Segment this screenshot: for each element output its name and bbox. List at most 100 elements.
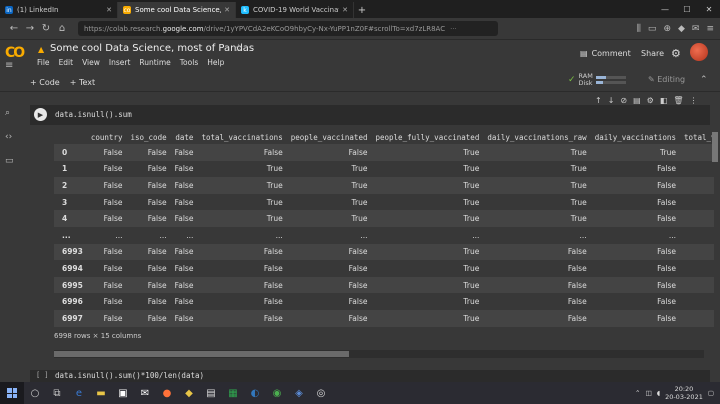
store-icon[interactable]: ▣ — [112, 382, 134, 404]
table-cell: False — [286, 243, 372, 261]
python-icon[interactable]: ◆ — [178, 382, 200, 404]
browser-tab[interactable]: co Some cool Data Science, most✕ — [118, 2, 236, 18]
table-cell: True — [570, 197, 587, 207]
cell-code-2[interactable]: data.isnull().sum()*100/len(data) — [55, 371, 204, 380]
network-icon[interactable]: ◫ — [645, 389, 651, 397]
link-icon[interactable]: ⊘ — [620, 96, 627, 105]
row-index: 6994 — [62, 263, 83, 273]
table-cell: True — [266, 197, 283, 207]
run-cell-button[interactable]: ▶ — [34, 108, 47, 121]
chrome-icon[interactable]: ◉ — [266, 382, 288, 404]
search-taskbar-icon[interactable]: ○ — [24, 382, 46, 404]
shield-icon[interactable]: ◆ — [678, 24, 685, 34]
files-icon[interactable]: ▭ — [5, 156, 14, 166]
vertical-scrollbar[interactable] — [712, 132, 718, 162]
notebook-title[interactable]: Some cool Data Science, most of Pandas — [50, 43, 254, 54]
home-icon[interactable]: ⌂ — [54, 23, 70, 34]
start-button[interactable] — [0, 382, 24, 404]
tray-expand-icon[interactable]: ⌃ — [635, 389, 640, 397]
notepad-icon[interactable]: ▤ — [200, 382, 222, 404]
menu-item-tools[interactable]: Tools — [180, 58, 198, 67]
task-view-icon[interactable]: ⧉ — [46, 382, 68, 404]
toc-icon[interactable]: ≡ — [5, 60, 13, 71]
clock[interactable]: 20:20 20-03-2021 — [665, 385, 703, 401]
mail-icon[interactable]: ✉ — [134, 382, 156, 404]
table-cell: True — [680, 161, 714, 178]
dataframe-output: country iso_code date total_vaccinations peo… — [54, 130, 714, 330]
table-cell: False — [170, 177, 198, 194]
menu-item-insert[interactable]: Insert — [109, 58, 131, 67]
cell-code[interactable]: data.isnull().sum — [55, 110, 132, 119]
avatar[interactable] — [690, 43, 708, 61]
code-cell[interactable]: ▶ data.isnull().sum ↑ ↓ ⊘ ▤ ⚙ ◧ 🗑 ⋮ — [30, 96, 710, 125]
table-cell: False — [680, 260, 714, 277]
minimize-icon[interactable]: — — [654, 5, 676, 14]
mirror-icon[interactable]: ◧ — [660, 96, 668, 105]
gear-icon[interactable]: ⚙ — [671, 47, 681, 60]
firefox-icon[interactable]: ● — [156, 382, 178, 404]
hamburger-menu-icon[interactable]: ≡ — [706, 24, 714, 34]
notification-icon[interactable]: ▢ — [708, 389, 714, 397]
settings-icon[interactable]: ⚙ — [647, 96, 654, 105]
horizontal-scrollbar-thumb[interactable] — [54, 351, 349, 357]
maximize-icon[interactable]: ☐ — [676, 5, 698, 14]
close-window-icon[interactable]: ✕ — [698, 5, 720, 14]
close-tab-icon[interactable]: ✕ — [221, 6, 230, 14]
move-down-icon[interactable]: ↓ — [608, 96, 615, 105]
reader-icon[interactable]: ▭ — [648, 24, 657, 34]
delete-icon[interactable]: 🗑 — [673, 96, 683, 105]
menu-item-edit[interactable]: Edit — [59, 58, 74, 67]
comment-button[interactable]: ▤ Comment — [580, 49, 631, 58]
browser-tab-bar: in (1) LinkedIn ✕ co Some cool Data Science,… — [0, 0, 720, 18]
menu-item-view[interactable]: View — [82, 58, 100, 67]
menu-item-help[interactable]: Help — [207, 58, 224, 67]
volume-icon[interactable]: ◖ — [657, 389, 660, 397]
forward-icon[interactable]: → — [22, 23, 38, 34]
star-icon[interactable]: ☆ — [234, 43, 243, 54]
share-button[interactable]: Share — [641, 49, 664, 58]
editing-mode[interactable]: ✎ Editing — [648, 75, 685, 84]
comment-cell-icon[interactable]: ▤ — [633, 96, 641, 105]
code-cell-2[interactable]: [ ] data.isnull().sum()*100/len(data) — [30, 370, 710, 382]
code-snippets-icon[interactable]: ‹› — [5, 132, 12, 142]
row-index: 6993 — [54, 243, 87, 261]
page-actions-icon[interactable]: ··· — [450, 25, 457, 33]
new-tab-button[interactable]: + — [354, 2, 370, 18]
browser-tab[interactable]: in (1) LinkedIn ✕ — [0, 2, 118, 18]
table-cell: False — [86, 210, 127, 227]
collapse-icon[interactable]: ⌃ — [700, 75, 708, 85]
reload-icon[interactable]: ↻ — [38, 23, 54, 34]
ie-icon[interactable]: e — [68, 382, 90, 404]
more-icon[interactable]: ⋮ — [690, 96, 698, 105]
table-cell: False — [126, 276, 171, 294]
close-tab-icon[interactable]: ✕ — [103, 6, 112, 14]
table-cell: False — [170, 309, 198, 327]
resource-monitor[interactable]: ✓ RAM Disk — [568, 73, 626, 87]
edge-icon[interactable]: ◐ — [244, 382, 266, 404]
search-icon[interactable]: ⌕ — [5, 108, 10, 118]
file-explorer-icon[interactable]: ▬ — [90, 382, 112, 404]
back-icon[interactable]: ← — [6, 23, 22, 34]
table-cell: True — [679, 210, 714, 227]
menu-bar: File Edit View Insert Runtime Tools Help — [37, 58, 224, 67]
translate-icon[interactable]: ⊕ — [663, 24, 671, 34]
extension-icon[interactable]: ✉ — [692, 24, 700, 34]
column-header: daily_vaccinations_raw — [487, 132, 587, 142]
media-player-icon[interactable]: ◎ — [310, 382, 332, 404]
app-icon[interactable]: ◈ — [288, 382, 310, 404]
table-row: 6997 False False False False False True False Fa… — [54, 309, 714, 327]
menu-item-file[interactable]: File — [37, 58, 50, 67]
add-code-button[interactable]: + Code — [30, 78, 60, 87]
menu-item-runtime[interactable]: Runtime — [139, 58, 170, 67]
move-up-icon[interactable]: ↑ — [595, 96, 602, 105]
address-bar[interactable]: https://colab.research. google.com/drive/… — [78, 21, 498, 36]
close-tab-icon[interactable]: ✕ — [339, 6, 348, 14]
library-icon[interactable]: ⫼ — [637, 24, 641, 34]
add-text-button[interactable]: + Text — [70, 78, 95, 87]
browser-tab[interactable]: k COVID-19 World Vaccination P✕ — [236, 2, 354, 18]
windows-logo-icon — [7, 388, 17, 398]
spreadsheet-icon[interactable]: ▦ — [222, 382, 244, 404]
horizontal-scrollbar[interactable] — [54, 350, 704, 358]
table-cell: True — [463, 297, 480, 307]
cell-execution-count[interactable]: [ ] — [36, 371, 49, 379]
